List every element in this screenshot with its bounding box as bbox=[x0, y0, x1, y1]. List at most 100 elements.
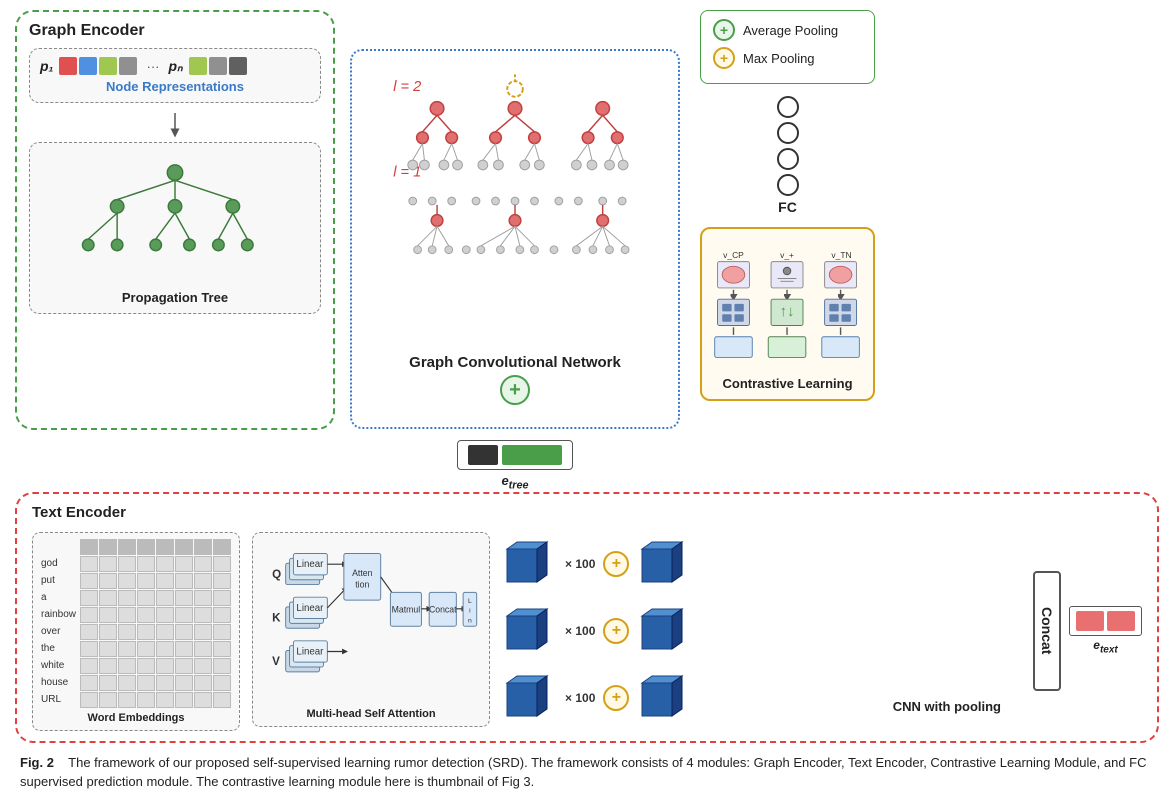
text-encoder-section: Text Encoder god put a r bbox=[15, 492, 1159, 743]
svg-text:v_+: v_+ bbox=[780, 250, 794, 260]
grid-header-4 bbox=[137, 539, 155, 555]
hc-4 bbox=[137, 675, 155, 691]
caption: Fig. 2 The framework of our proposed sel… bbox=[15, 753, 1159, 792]
gc-1 bbox=[80, 556, 98, 572]
rc-8 bbox=[213, 607, 231, 623]
etext-label: etext bbox=[1093, 638, 1117, 655]
svg-text:Linear: Linear bbox=[296, 603, 324, 614]
uc-7 bbox=[194, 692, 212, 708]
oc-6 bbox=[175, 624, 193, 640]
wc-4 bbox=[137, 658, 155, 674]
prop-tree-svg bbox=[40, 151, 310, 281]
node-repr-label: Node Representations bbox=[40, 79, 310, 94]
avg-pooling-icon: + bbox=[713, 19, 735, 41]
pc-5 bbox=[156, 573, 174, 589]
plus-circle-gcn: + bbox=[500, 375, 530, 405]
concat-box: Concat bbox=[1033, 571, 1061, 691]
grid-header-2 bbox=[99, 539, 117, 555]
grid-header-6 bbox=[175, 539, 193, 555]
prop-tree-label: Propagation Tree bbox=[40, 290, 310, 305]
mha-svg: Q K V Linear Linear Linear bbox=[261, 539, 481, 699]
grid-header-8 bbox=[213, 539, 231, 555]
tc-7 bbox=[194, 641, 212, 657]
fc-circle-3 bbox=[777, 148, 799, 170]
etext-block-1 bbox=[1076, 611, 1104, 631]
etree-inner bbox=[457, 440, 573, 470]
node-repr-content: p₁ ··· pₙ bbox=[40, 57, 310, 75]
wc-2 bbox=[99, 658, 117, 674]
right-col: + Average Pooling + Max Pooling FC bbox=[700, 10, 875, 401]
uc-8 bbox=[213, 692, 231, 708]
cnn-block-3 bbox=[502, 671, 557, 726]
gcn-plus: + bbox=[364, 375, 666, 405]
svg-text:K: K bbox=[272, 612, 281, 625]
word-white: white bbox=[41, 658, 79, 674]
color-block-darkgray bbox=[229, 57, 247, 75]
word-the: the bbox=[41, 641, 79, 657]
svg-text:Concat: Concat bbox=[429, 605, 457, 615]
pc-4 bbox=[137, 573, 155, 589]
cnn-block-out-1 bbox=[637, 537, 692, 592]
mha-box: Q K V Linear Linear Linear bbox=[252, 532, 490, 727]
oc-8 bbox=[213, 624, 231, 640]
rc-6 bbox=[175, 607, 193, 623]
cnn-row-1: × 100 + bbox=[502, 537, 1021, 592]
mha-title: Multi-head Self Attention bbox=[261, 708, 481, 720]
ac-1 bbox=[80, 590, 98, 606]
oc-4 bbox=[137, 624, 155, 640]
rc-1 bbox=[80, 607, 98, 623]
prop-tree-box: Propagation Tree bbox=[29, 142, 321, 314]
gc-8 bbox=[213, 556, 231, 572]
text-encoder-title: Text Encoder bbox=[32, 504, 126, 521]
p1-label: p₁ bbox=[40, 58, 53, 74]
grid-header-7 bbox=[194, 539, 212, 555]
pn-label: pₙ bbox=[168, 58, 182, 75]
cnn-block-out-3 bbox=[637, 671, 692, 726]
svg-text:Atten: Atten bbox=[352, 568, 373, 578]
color-block-green bbox=[99, 57, 117, 75]
times-100-1: × 100 bbox=[565, 557, 595, 571]
fig-label: Fig. 2 bbox=[20, 755, 54, 770]
middle-col: l = 2 l = 1 bbox=[350, 10, 680, 492]
svg-text:l = 2: l = 2 bbox=[393, 79, 421, 95]
pc-7 bbox=[194, 573, 212, 589]
tc-8 bbox=[213, 641, 231, 657]
oc-1 bbox=[80, 624, 98, 640]
svg-text:Q: Q bbox=[272, 568, 281, 581]
color-block-green2 bbox=[189, 57, 207, 75]
gcn-svg: l = 2 l = 1 bbox=[364, 61, 666, 341]
gc-3 bbox=[118, 556, 136, 572]
contrastive-svg: v_CP v_+ v_TN bbox=[710, 237, 865, 367]
color-block-gray bbox=[119, 57, 137, 75]
ac-8 bbox=[213, 590, 231, 606]
times-100-3: × 100 bbox=[565, 691, 595, 705]
cnn-block-out-2 bbox=[637, 604, 692, 659]
hc-3 bbox=[118, 675, 136, 691]
word-god: god bbox=[41, 556, 79, 572]
fc-circle-2 bbox=[777, 122, 799, 144]
grid-header-3 bbox=[118, 539, 136, 555]
rc-5 bbox=[156, 607, 174, 623]
cnn-row-2: × 100 + bbox=[502, 604, 1021, 659]
fc-area: FC bbox=[777, 96, 799, 215]
wc-5 bbox=[156, 658, 174, 674]
pool-plus-1: + bbox=[603, 551, 629, 577]
cnn-block-2 bbox=[502, 604, 557, 659]
graph-encoder-box: Graph Encoder p₁ ··· pₙ bbox=[15, 10, 335, 430]
wc-8 bbox=[213, 658, 231, 674]
svg-text:Linear: Linear bbox=[296, 646, 324, 657]
gc-4 bbox=[137, 556, 155, 572]
etree-green bbox=[502, 445, 562, 465]
avg-pooling-label: Average Pooling bbox=[743, 23, 838, 38]
times-100-2: × 100 bbox=[565, 624, 595, 638]
ac-6 bbox=[175, 590, 193, 606]
pool-plus-3: + bbox=[603, 685, 629, 711]
etext-box bbox=[1069, 606, 1142, 636]
color-block-blue bbox=[79, 57, 97, 75]
hc-1 bbox=[80, 675, 98, 691]
pc-3 bbox=[118, 573, 136, 589]
word-over: over bbox=[41, 624, 79, 640]
color-block-red bbox=[59, 57, 77, 75]
dots-label: ··· bbox=[146, 59, 159, 74]
cnn-block-1 bbox=[502, 537, 557, 592]
